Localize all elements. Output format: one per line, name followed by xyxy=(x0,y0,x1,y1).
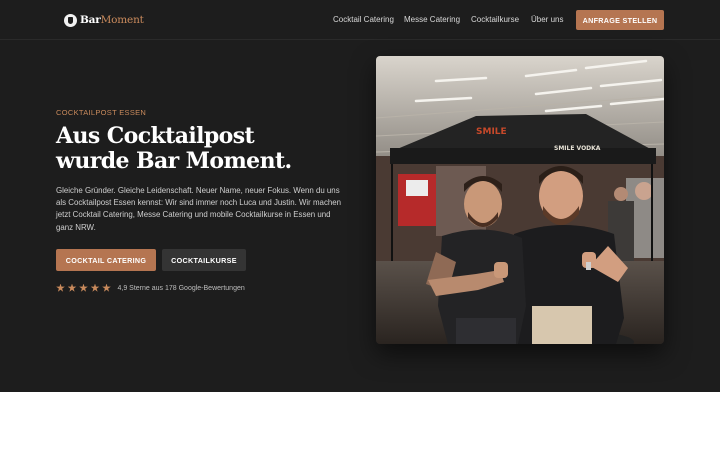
top-navigation: BarMoment Cocktail Catering Messe Cateri… xyxy=(0,0,720,40)
tent-banner-left: SMILE xyxy=(476,127,507,137)
hero-eyebrow: COCKTAILPOST ESSEN xyxy=(56,108,147,117)
google-rating: 4,9 Sterne aus 178 Google-Bewertungen xyxy=(56,282,245,294)
request-quote-button[interactable]: ANFRAGE STELLEN xyxy=(576,10,664,30)
hero-section: BarMoment Cocktail Catering Messe Cateri… xyxy=(0,0,720,392)
hero-headline: Aus Cocktailpost wurde Bar Moment. xyxy=(56,124,356,174)
star-icon xyxy=(67,283,77,292)
founders-photo: SMILE SMILE VODKA xyxy=(376,56,664,344)
nav-link-cocktail-catering[interactable]: Cocktail Catering xyxy=(333,15,394,24)
star-icon xyxy=(102,283,111,292)
star-icon xyxy=(90,283,100,292)
rating-text: 4,9 Sterne aus 178 Google-Bewertungen xyxy=(117,284,245,292)
founders-photo-illustration: SMILE SMILE VODKA xyxy=(376,56,664,344)
star-icon xyxy=(79,283,88,292)
next-section xyxy=(0,392,720,450)
nav-link-cocktailkurse[interactable]: Cocktailkurse xyxy=(471,15,519,24)
cocktailkurse-button[interactable]: COCKTAILKURSE xyxy=(162,249,246,271)
hero-lead-text: Gleiche Gründer. Gleiche Leidenschaft. N… xyxy=(56,186,342,232)
star-icon xyxy=(56,283,65,292)
hero-headline-line1: Aus Cocktailpost xyxy=(56,123,255,149)
nav-link-messe-catering[interactable]: Messe Catering xyxy=(404,15,460,24)
hero-headline-line2: wurde Bar Moment. xyxy=(56,148,292,174)
cocktail-catering-button[interactable]: COCKTAIL CATERING xyxy=(56,249,156,271)
tent-banner-right: SMILE VODKA xyxy=(554,145,601,152)
nav-link-ueber-uns[interactable]: Über uns xyxy=(531,15,563,24)
